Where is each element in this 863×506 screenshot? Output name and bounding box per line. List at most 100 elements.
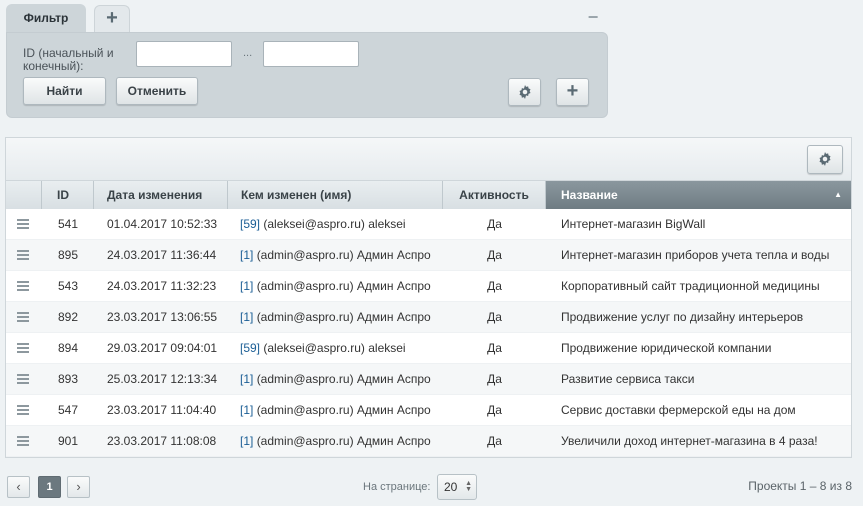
id-from-input[interactable] [136, 41, 232, 67]
cell-date: 23.03.2017 11:08:08 [107, 434, 217, 448]
add-filter-tab-button[interactable]: + [94, 5, 130, 32]
column-active[interactable]: Активность [443, 181, 546, 209]
per-page-value: 20 [444, 480, 458, 494]
cancel-button[interactable]: Отменить [116, 77, 198, 105]
cell-id: 894 [57, 341, 79, 355]
cell-name[interactable]: Продвижение юридической компании [561, 333, 771, 363]
cell-name[interactable]: Корпоративный сайт традиционной медицины [561, 271, 820, 301]
table-row[interactable]: 893 25.03.2017 12:13:34 [1] (admin@aspro.r… [6, 364, 851, 395]
cell-date: 23.03.2017 13:06:55 [107, 310, 218, 324]
cell-modified-by: [59] (aleksei@aspro.ru) aleksei [240, 209, 406, 239]
cell-id: 547 [57, 403, 79, 417]
select-arrows-icon: ▲ ▼ [465, 480, 472, 493]
page-summary: Проекты 1 – 8 из 8 [748, 479, 852, 493]
cell-name[interactable]: Интернет-магазин приборов учета тепла и … [561, 240, 829, 270]
tab-filter[interactable]: Фильтр [6, 4, 86, 32]
user-id-link[interactable]: [1] [240, 434, 253, 448]
table-row[interactable]: 892 23.03.2017 13:06:55 [1] (admin@aspro.r… [6, 302, 851, 333]
hamburger-menu-icon[interactable] [17, 250, 29, 260]
cell-name[interactable]: Увеличили доход интернет-магазина в 4 ра… [561, 426, 818, 456]
cell-active: Да [487, 248, 502, 262]
hamburger-menu-icon[interactable] [17, 281, 29, 291]
column-id[interactable]: ID [42, 181, 94, 209]
user-id-link[interactable]: [59] [240, 341, 260, 355]
table-row[interactable]: 547 23.03.2017 11:04:40 [1] (admin@aspro.r… [6, 395, 851, 426]
cell-date: 25.03.2017 12:13:34 [107, 372, 218, 386]
cell-id: 895 [57, 248, 79, 262]
column-actions [6, 181, 42, 209]
cell-id: 543 [57, 279, 79, 293]
hamburger-menu-icon[interactable] [17, 312, 29, 322]
cell-id: 541 [57, 217, 79, 231]
column-name[interactable]: Название ▲ [546, 181, 851, 209]
next-page-button[interactable]: › [67, 476, 90, 498]
user-id-link[interactable]: [1] [240, 310, 253, 324]
sort-up-icon: ▲ [834, 190, 842, 199]
user-name: (admin@aspro.ru) Админ Аспро [256, 279, 431, 293]
cell-active: Да [487, 372, 502, 386]
cell-active: Да [487, 310, 502, 324]
cell-modified-by: [1] (admin@aspro.ru) Админ Аспро [240, 364, 431, 394]
user-id-link[interactable]: [1] [240, 279, 253, 293]
cell-date: 23.03.2017 11:04:40 [107, 403, 217, 417]
column-date[interactable]: Дата изменения [94, 181, 228, 209]
prev-page-button[interactable]: ‹ [7, 476, 30, 498]
hamburger-menu-icon[interactable] [17, 343, 29, 353]
table-row[interactable]: 895 24.03.2017 11:36:44 [1] (admin@aspro.r… [6, 240, 851, 271]
find-button[interactable]: Найти [23, 77, 106, 105]
cell-name[interactable]: Сервис доставки фермерской еды на дом [561, 395, 796, 425]
projects-grid: ID Дата изменения Кем изменен (имя) Акти… [5, 137, 852, 458]
table-row[interactable]: 901 23.03.2017 11:08:08 [1] (admin@aspro.r… [6, 426, 851, 457]
hamburger-menu-icon[interactable] [17, 436, 29, 446]
cell-active: Да [487, 434, 502, 448]
filter-panel: ID (начальный и конечный): ... Найти Отм… [6, 32, 608, 118]
cell-active: Да [487, 403, 502, 417]
cell-modified-by: [1] (admin@aspro.ru) Админ Аспро [240, 271, 431, 301]
column-modified-by[interactable]: Кем изменен (имя) [228, 181, 443, 209]
per-page-select[interactable]: 20 ▲ ▼ [437, 474, 477, 500]
column-name-label: Название [561, 188, 618, 202]
user-id-link[interactable]: [1] [240, 248, 253, 262]
cell-modified-by: [59] (aleksei@aspro.ru) aleksei [240, 333, 406, 363]
cell-date: 29.03.2017 09:04:01 [107, 341, 218, 355]
user-name: (admin@aspro.ru) Админ Аспро [256, 310, 431, 324]
table-row[interactable]: 541 01.04.2017 10:52:33 [59] (aleksei@aspr… [6, 209, 851, 240]
cell-date: 01.04.2017 10:52:33 [107, 217, 218, 231]
per-page-label: На странице: [363, 481, 431, 493]
hamburger-menu-icon[interactable] [17, 374, 29, 384]
cell-name[interactable]: Развитие сервиса такси [561, 364, 695, 394]
hamburger-menu-icon[interactable] [17, 219, 29, 229]
cell-date: 24.03.2017 11:36:44 [107, 248, 217, 262]
user-name: (admin@aspro.ru) Админ Аспро [256, 403, 431, 417]
filter-settings-button[interactable] [508, 78, 541, 106]
user-name: (admin@aspro.ru) Админ Аспро [256, 434, 431, 448]
cell-active: Да [487, 217, 502, 231]
grid-settings-button[interactable] [807, 145, 843, 174]
grid-toolbar [6, 138, 851, 181]
table-row[interactable]: 894 29.03.2017 09:04:01 [59] (aleksei@aspr… [6, 333, 851, 364]
user-name: (admin@aspro.ru) Админ Аспро [256, 372, 431, 386]
user-id-link[interactable]: [1] [240, 372, 253, 386]
hamburger-menu-icon[interactable] [17, 405, 29, 415]
cell-modified-by: [1] (admin@aspro.ru) Админ Аспро [240, 426, 431, 456]
user-name: (admin@aspro.ru) Админ Аспро [256, 248, 431, 262]
cell-date: 24.03.2017 11:32:23 [107, 279, 217, 293]
cell-modified-by: [1] (admin@aspro.ru) Админ Аспро [240, 395, 431, 425]
user-name: (aleksei@aspro.ru) aleksei [263, 341, 406, 355]
range-separator: ... [243, 47, 253, 59]
filter-collapse-button[interactable]: − [585, 8, 601, 26]
table-row[interactable]: 543 24.03.2017 11:32:23 [1] (admin@aspro.r… [6, 271, 851, 302]
cell-modified-by: [1] (admin@aspro.ru) Админ Аспро [240, 240, 431, 270]
add-filter-button[interactable]: + [556, 78, 589, 106]
gear-icon [518, 85, 531, 99]
current-page-button[interactable]: 1 [38, 476, 61, 498]
cell-name[interactable]: Продвижение услуг по дизайну интерьеров [561, 302, 803, 332]
user-name: (aleksei@aspro.ru) aleksei [263, 217, 406, 231]
cell-name[interactable]: Интернет-магазин BigWall [561, 209, 705, 239]
id-to-input[interactable] [263, 41, 359, 67]
cell-id: 893 [57, 372, 79, 386]
user-id-link[interactable]: [1] [240, 403, 253, 417]
user-id-link[interactable]: [59] [240, 217, 260, 231]
plus-icon: + [566, 80, 579, 102]
grid-header: ID Дата изменения Кем изменен (имя) Акти… [6, 181, 851, 209]
